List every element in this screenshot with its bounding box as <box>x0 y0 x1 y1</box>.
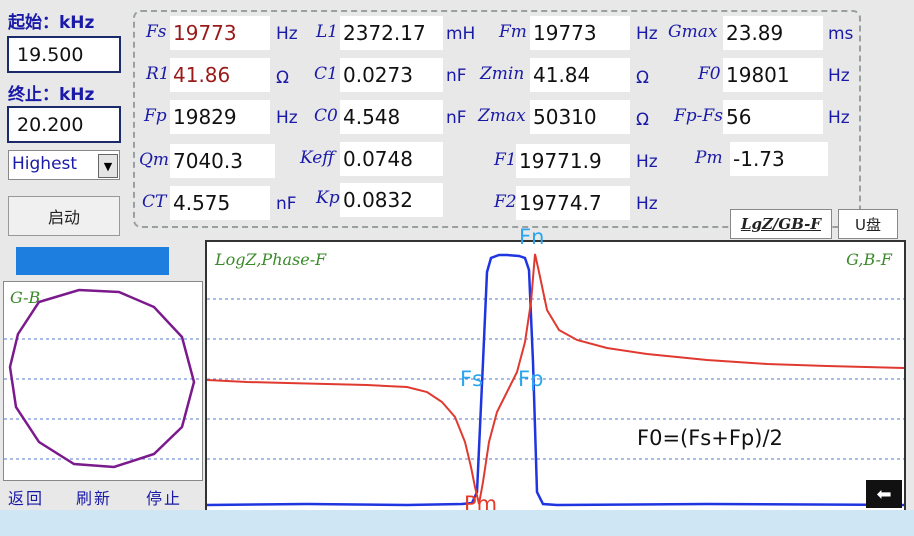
chevron-down-icon[interactable]: ▼ <box>98 154 118 178</box>
tab-lgz-gbf[interactable]: LgZ/GB-F <box>730 209 832 239</box>
fp-label: Fp <box>144 106 167 126</box>
fpfs-unit: Hz <box>828 108 850 128</box>
l1-value: 2372.17 <box>340 16 443 50</box>
fs-label: Fs <box>146 22 167 42</box>
zmax-label: Zmax <box>478 106 526 126</box>
fpfs-value: 56 <box>723 100 823 134</box>
gmax-unit: ms <box>828 24 854 44</box>
f1-value: 19771.9 <box>516 144 630 178</box>
c0-value: 4.548 <box>340 100 443 134</box>
gb-circle-svg <box>4 288 202 469</box>
f0-value: 19801 <box>723 58 823 92</box>
gmax-value: 23.89 <box>723 16 823 50</box>
fm-label: Fm <box>499 22 527 42</box>
left-arrow-icon[interactable]: ⬅ <box>866 480 902 508</box>
progress-bar <box>16 247 169 275</box>
gb-circle-panel: G-B <box>3 281 203 481</box>
f0-label: F0 <box>698 64 721 84</box>
c0-unit: nF <box>446 108 467 128</box>
formula-annotation: F0=(Fs+Fp)/2 <box>637 426 783 450</box>
logz-phase-chart: LogZ,Phase-F G,B-F F0=(Fs+Fp)/2 ⬅ <box>205 240 906 510</box>
f1-label: F1 <box>494 150 517 170</box>
fs-value: 19773 <box>170 16 270 50</box>
stop-freq-input[interactable]: 20.200 <box>7 106 121 143</box>
gmax-label: Gmax <box>668 22 718 42</box>
fs-unit: Hz <box>276 24 298 44</box>
c0-label: C0 <box>314 106 338 126</box>
kp-label: Kp <box>316 188 340 208</box>
fp-value: 19829 <box>170 100 270 134</box>
chart-left-title: LogZ,Phase-F <box>215 250 327 269</box>
qm-value: 7040.3 <box>170 144 275 178</box>
r1-value: 41.86 <box>170 58 270 92</box>
ct-unit: nF <box>276 194 297 214</box>
l1-label: L1 <box>316 22 339 42</box>
c1-value: 0.0273 <box>340 58 443 92</box>
stop-freq-label: 终止：kHz <box>8 85 95 105</box>
impedance-curve-blue <box>207 253 904 507</box>
fp-unit: Hz <box>276 108 298 128</box>
tab-udisk[interactable]: U盘 <box>838 209 898 239</box>
f2-unit: Hz <box>636 194 658 214</box>
level-select-value: Highest <box>12 154 78 174</box>
c1-unit: nF <box>446 66 467 86</box>
fpfs-label: Fp-Fs <box>674 106 723 126</box>
f0-unit: Hz <box>828 66 850 86</box>
refresh-button[interactable]: 刷新 <box>76 485 112 509</box>
f2-label: F2 <box>494 192 517 212</box>
fs-marker: Fs <box>460 367 484 391</box>
fm-unit: Hz <box>636 24 658 44</box>
fm-value: 19773 <box>530 16 630 50</box>
pm-marker: Pm <box>464 492 498 510</box>
zmin-label: Zmin <box>480 64 525 84</box>
keff-value: 0.0748 <box>340 142 443 176</box>
stop-button[interactable]: 停止 <box>146 485 182 509</box>
r1-unit: Ω <box>276 68 289 88</box>
f1-unit: Hz <box>636 152 658 172</box>
start-button[interactable]: 启动 <box>8 196 120 236</box>
qm-label: Qm <box>139 150 170 170</box>
zmax-unit: Ω <box>636 110 649 130</box>
c1-label: C1 <box>314 64 338 84</box>
fn-marker: Fn <box>519 225 545 249</box>
ct-value: 4.575 <box>170 186 270 220</box>
level-select[interactable]: Highest ▼ <box>8 150 120 180</box>
pm-label: Pm <box>695 148 723 168</box>
f2-value: 19774.7 <box>516 186 630 220</box>
zmax-value: 50310 <box>530 100 630 134</box>
l1-unit: mH <box>446 24 476 44</box>
logz-phase-chart-svg <box>207 253 904 507</box>
fp-marker: Fp <box>518 367 544 391</box>
r1-label: R1 <box>146 64 170 84</box>
back-button[interactable]: 返回 <box>8 485 44 509</box>
pm-value: -1.73 <box>730 142 828 176</box>
zmin-value: 41.84 <box>530 58 630 92</box>
analyzer-screen: 起始：kHz 19.500 终止：kHz 20.200 Highest ▼ 启动… <box>0 0 914 510</box>
keff-label: Keff <box>300 148 335 168</box>
start-freq-label: 起始：kHz <box>8 13 95 33</box>
kp-value: 0.0832 <box>340 183 443 217</box>
zmin-unit: Ω <box>636 68 649 88</box>
start-freq-input[interactable]: 19.500 <box>7 36 121 73</box>
chart-right-title: G,B-F <box>846 250 892 269</box>
ct-label: CT <box>142 192 167 212</box>
